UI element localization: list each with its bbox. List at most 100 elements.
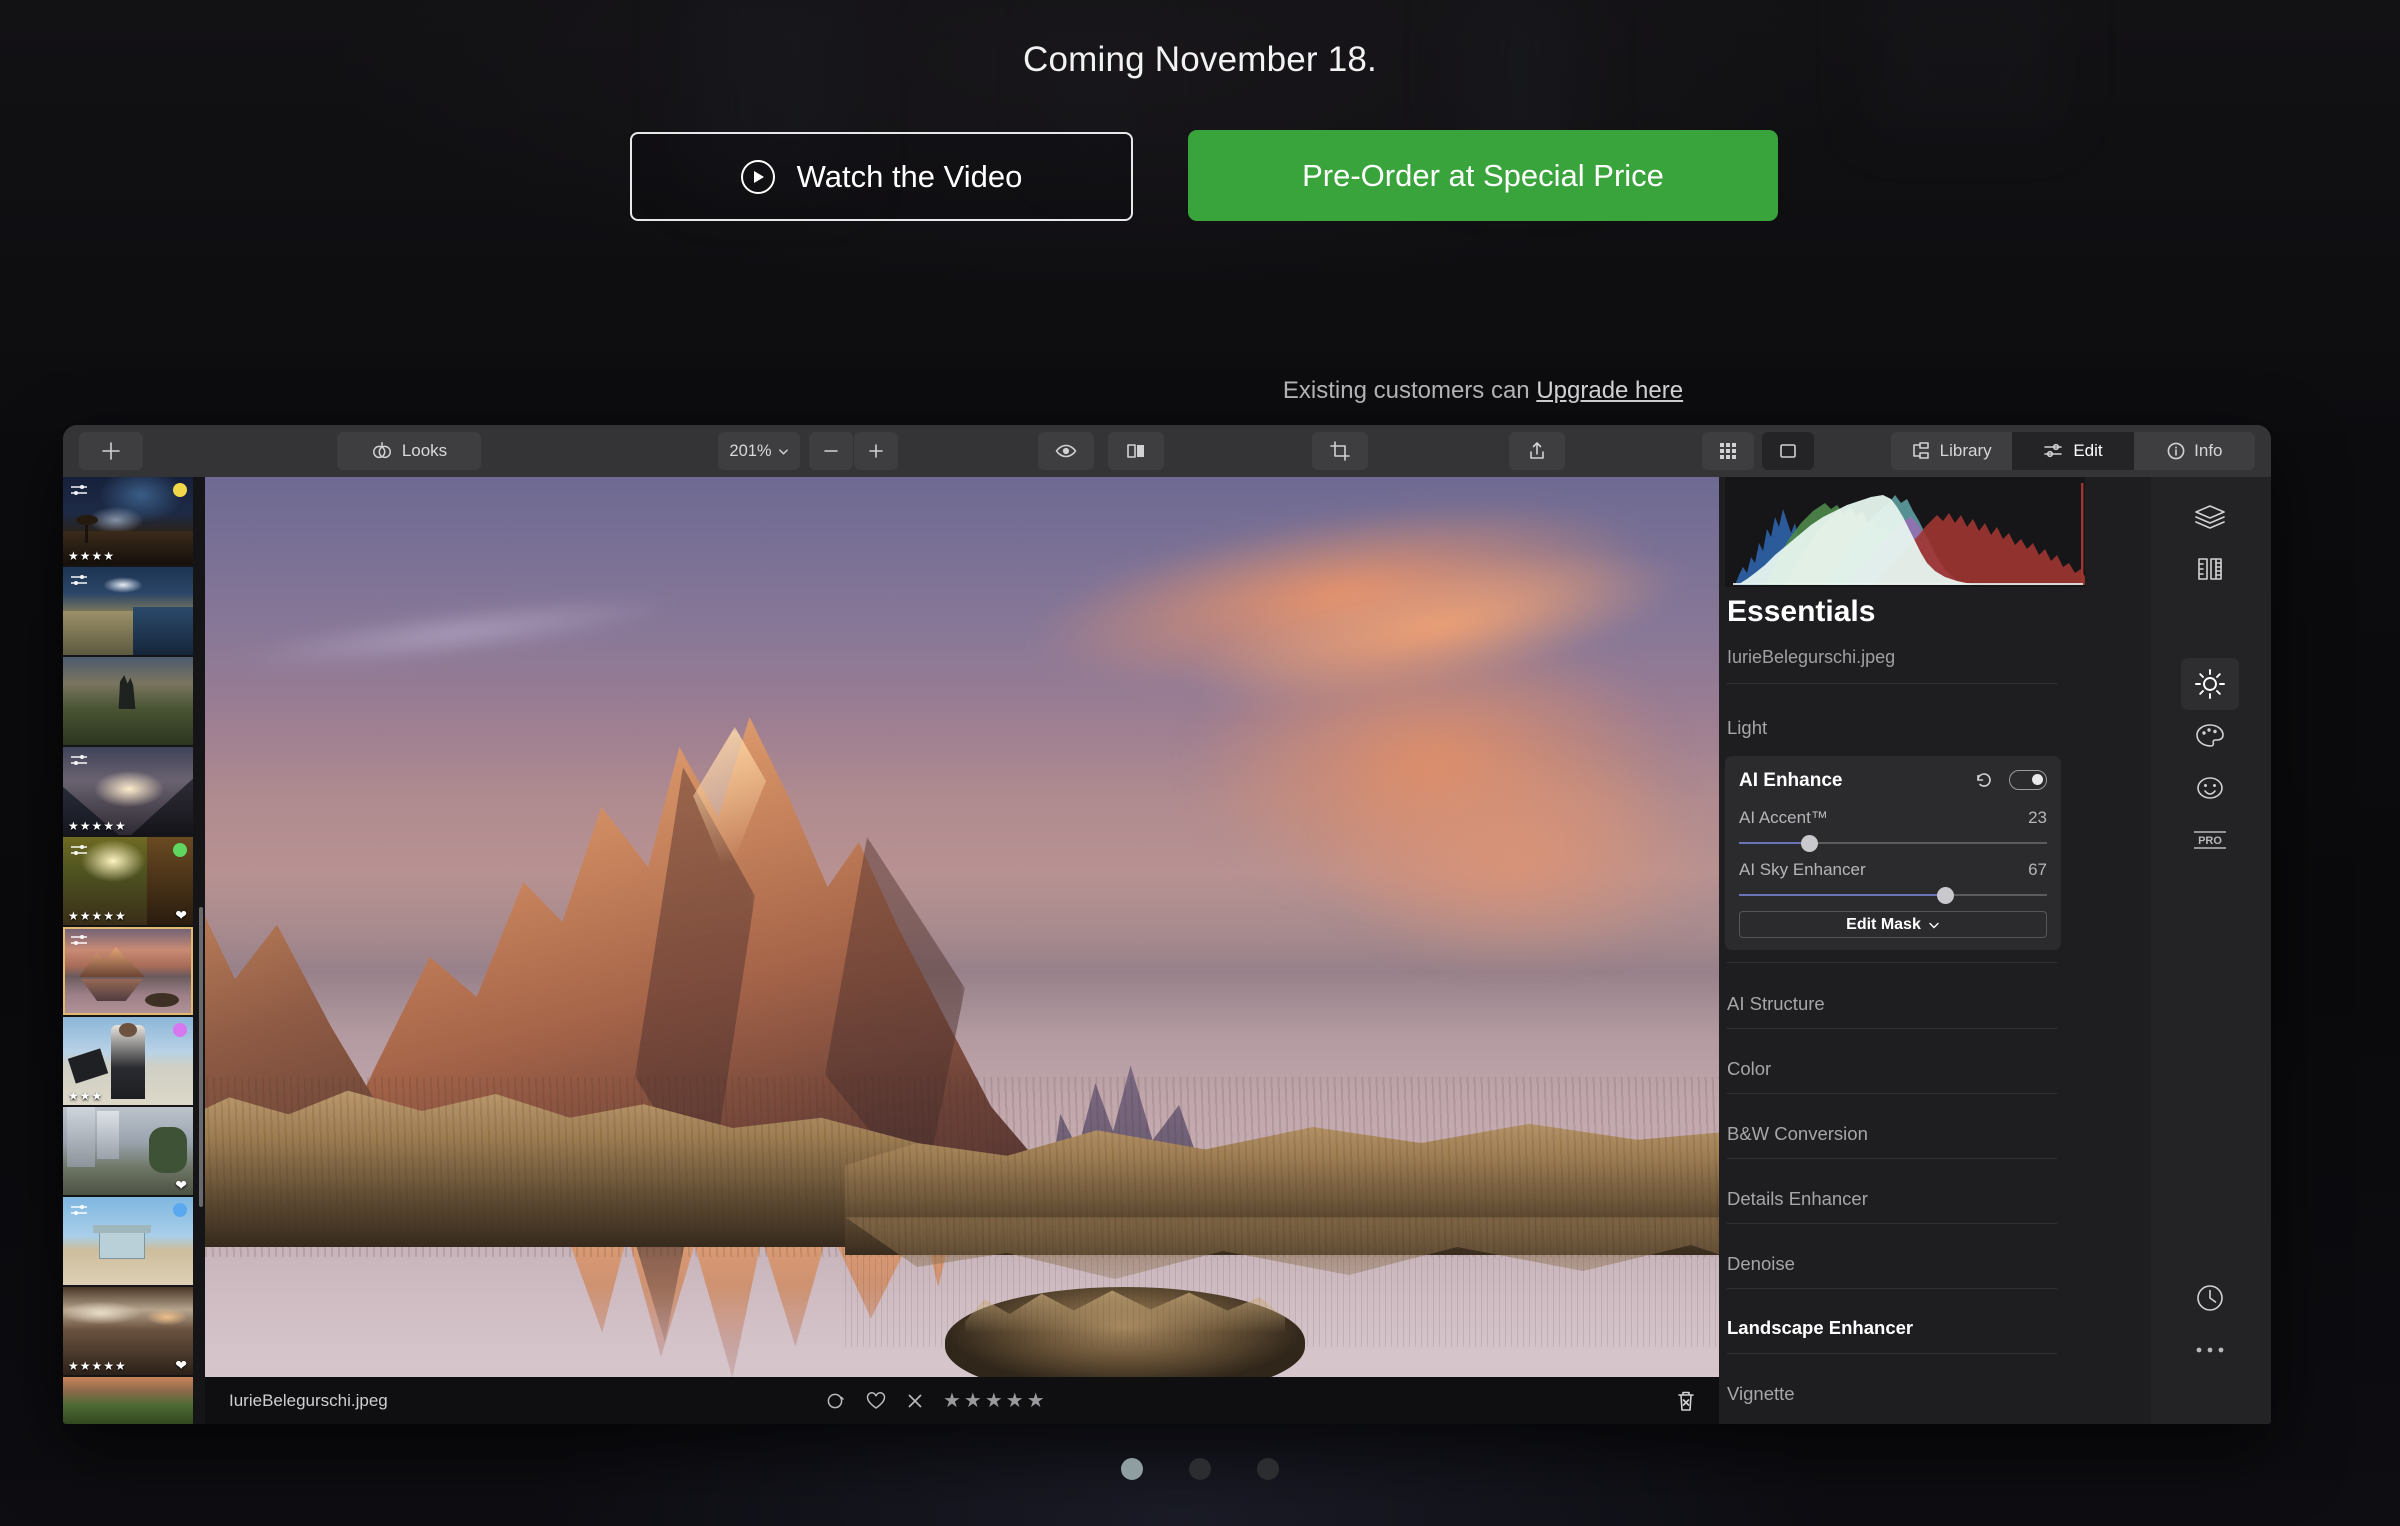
thumb-rating: ★★★★★ bbox=[68, 909, 127, 923]
library-icon bbox=[1912, 442, 1932, 460]
share-button[interactable] bbox=[1509, 432, 1565, 470]
list-item[interactable] bbox=[63, 1377, 193, 1424]
tab-library[interactable]: Library bbox=[1891, 432, 2012, 470]
histogram-ruler-icon[interactable] bbox=[2181, 543, 2239, 595]
list-item[interactable] bbox=[63, 1197, 193, 1285]
color-label-dot bbox=[173, 1023, 187, 1037]
flag-circle-icon[interactable] bbox=[825, 1390, 847, 1412]
history-clock-icon[interactable] bbox=[2181, 1272, 2239, 1324]
list-item[interactable]: ★★★★★ ❤ bbox=[63, 837, 193, 925]
slider-knob-ai-accent[interactable] bbox=[1801, 834, 1819, 852]
more-dots-icon[interactable] bbox=[2181, 1324, 2239, 1376]
divider bbox=[1727, 1093, 2057, 1094]
edited-badge-icon bbox=[69, 573, 91, 587]
slider-label-ai-accent: AI Accent™ bbox=[1739, 808, 1828, 827]
portrait-smiley-icon[interactable] bbox=[2181, 762, 2239, 814]
current-filename: IurieBelegurschi.jpeg bbox=[229, 1390, 388, 1410]
pagination-dot-1[interactable] bbox=[1121, 1458, 1143, 1480]
watch-video-button[interactable]: Watch the Video bbox=[630, 132, 1133, 221]
compare-button[interactable] bbox=[1108, 432, 1164, 470]
palette-color-icon[interactable] bbox=[2181, 710, 2239, 762]
zoom-in-button[interactable] bbox=[854, 432, 898, 470]
trash-icon[interactable] bbox=[1675, 1389, 1697, 1413]
filmstrip-scrollbar[interactable] bbox=[199, 907, 203, 1207]
ai-enhance-toggle[interactable] bbox=[2009, 770, 2047, 790]
layers-icon[interactable] bbox=[2181, 491, 2239, 543]
list-item[interactable]: ★★★★ bbox=[63, 477, 193, 565]
slider-knob-ai-sky[interactable] bbox=[1936, 886, 1954, 904]
zoom-level-dropdown[interactable]: 201% bbox=[718, 432, 800, 470]
tab-edit-label: Edit bbox=[2073, 441, 2103, 460]
list-item[interactable] bbox=[63, 567, 193, 655]
single-view-button[interactable] bbox=[1762, 432, 1814, 470]
page-root: Coming November 18. Watch the Video Pre-… bbox=[0, 0, 2400, 1526]
divider bbox=[1727, 1288, 2057, 1289]
mode-segmented-control: Library Edit Info bbox=[1891, 432, 2255, 470]
section-landscape-enhancer[interactable]: Landscape Enhancer bbox=[1727, 1317, 1913, 1339]
photo-canvas[interactable] bbox=[205, 477, 1719, 1377]
ai-enhance-title: AI Enhance bbox=[1739, 770, 1843, 791]
panel-filename: IurieBelegurschi.jpeg bbox=[1727, 647, 1896, 667]
crop-button[interactable] bbox=[1312, 432, 1368, 470]
edited-badge-icon bbox=[69, 753, 91, 767]
list-item[interactable] bbox=[63, 657, 193, 745]
histogram[interactable] bbox=[1725, 477, 2085, 587]
pro-badge-icon[interactable]: PRO bbox=[2181, 814, 2239, 866]
tab-info[interactable]: Info bbox=[2134, 432, 2255, 470]
divider bbox=[1727, 1028, 2057, 1029]
list-item[interactable]: ★★★★★ bbox=[63, 747, 193, 835]
star-rating[interactable]: ★★★★★ bbox=[943, 1388, 1048, 1413]
list-item-selected[interactable] bbox=[63, 927, 193, 1015]
upgrade-prefix: Existing customers can bbox=[1282, 377, 1537, 404]
preview-toggle-button[interactable] bbox=[1038, 432, 1094, 470]
play-icon bbox=[740, 159, 775, 194]
looks-button[interactable]: Looks bbox=[337, 432, 481, 470]
section-color[interactable]: Color bbox=[1727, 1058, 1771, 1080]
section-denoise[interactable]: Denoise bbox=[1727, 1253, 1795, 1275]
list-item[interactable]: ❤ bbox=[63, 1107, 193, 1195]
app-toolbar: Looks 201% Library Edit Info bbox=[63, 425, 2271, 477]
filmstrip[interactable]: ★★★★ ★★★★★ ★★★★★ ❤ ★★★ ❤ ★★★★★ ❤ bbox=[63, 477, 205, 1424]
add-photos-button[interactable] bbox=[79, 432, 143, 470]
color-label-dot bbox=[173, 843, 187, 857]
edit-mask-button[interactable]: Edit Mask bbox=[1739, 911, 2047, 938]
upgrade-link[interactable]: Upgrade here bbox=[1536, 377, 1683, 404]
section-light[interactable]: Light bbox=[1727, 717, 1767, 739]
pagination-dot-3[interactable] bbox=[1257, 1458, 1279, 1480]
reset-arrow-icon[interactable] bbox=[1973, 770, 1995, 790]
preorder-label: Pre-Order at Special Price bbox=[1302, 157, 1664, 193]
slider-value-ai-accent: 23 bbox=[2028, 808, 2047, 827]
heart-outline-icon[interactable] bbox=[865, 1391, 887, 1411]
thumb-rating: ★★★★ bbox=[68, 549, 116, 563]
list-item[interactable]: ★★★★★ ❤ bbox=[63, 1287, 193, 1375]
list-item[interactable]: ★★★ bbox=[63, 1017, 193, 1105]
pagination-dot-2[interactable] bbox=[1189, 1458, 1211, 1480]
tab-edit[interactable]: Edit bbox=[2012, 432, 2134, 470]
photo-statusbar: IurieBelegurschi.jpeg ★★★★★ bbox=[205, 1377, 1719, 1424]
slider-track-ai-accent[interactable] bbox=[1739, 834, 2047, 852]
sky-cloud-mass-2 bbox=[1255, 707, 1719, 1007]
divider bbox=[1727, 1158, 2057, 1159]
app-window: Looks 201% Library Edit Info ★★★★ ★★★★★ … bbox=[63, 425, 2271, 1424]
slider-track-ai-sky[interactable] bbox=[1739, 886, 2047, 904]
rating-controls: ★★★★★ bbox=[825, 1388, 1048, 1413]
chevron-down-icon bbox=[1929, 922, 1939, 928]
carousel-pagination bbox=[0, 1458, 2400, 1480]
hero-cta-group: Watch the Video Pre-Order at Special Pri… bbox=[0, 130, 2400, 404]
section-ai-structure[interactable]: AI Structure bbox=[1727, 993, 1825, 1015]
page-title: Coming November 18. bbox=[1023, 40, 1377, 79]
watch-video-label: Watch the Video bbox=[796, 158, 1023, 194]
section-bw-conversion[interactable]: B&W Conversion bbox=[1727, 1123, 1868, 1145]
thumb-rating: ★★★★★ bbox=[68, 819, 127, 833]
reject-x-icon[interactable] bbox=[905, 1391, 925, 1411]
section-vignette[interactable]: Vignette bbox=[1727, 1383, 1795, 1405]
color-label-dot bbox=[173, 1203, 187, 1217]
grid-view-button[interactable] bbox=[1702, 432, 1754, 470]
water-streaks bbox=[845, 1217, 1719, 1347]
preorder-button[interactable]: Pre-Order at Special Price bbox=[1188, 130, 1778, 221]
sun-light-icon[interactable] bbox=[2181, 658, 2239, 710]
section-details-enhancer[interactable]: Details Enhancer bbox=[1727, 1188, 1868, 1210]
zoom-out-button[interactable] bbox=[809, 432, 853, 470]
thumb-rating: ★★★★★ bbox=[68, 1359, 127, 1373]
panel-title: Essentials bbox=[1727, 595, 1876, 628]
